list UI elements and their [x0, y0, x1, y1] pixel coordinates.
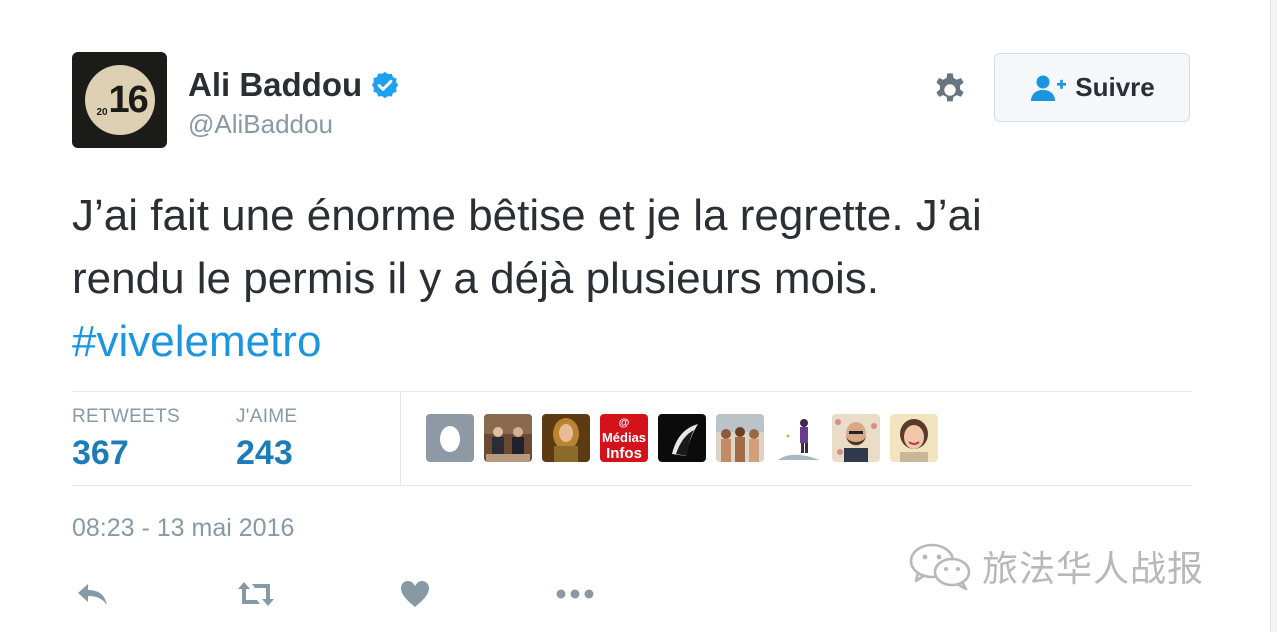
- liker-medias-word: Médias: [602, 430, 646, 445]
- user-handle[interactable]: @AliBaddou: [188, 109, 333, 140]
- retweet-icon[interactable]: [236, 578, 276, 610]
- liker-avatar-medias-infos[interactable]: @ Médias Infos: [600, 414, 648, 462]
- avatar-logo-number: 16: [108, 79, 149, 121]
- tweet-timestamp[interactable]: 08:23 - 13 mai 2016: [72, 514, 294, 543]
- profile-name-row: Ali Baddou: [188, 66, 400, 104]
- wechat-icon: [909, 543, 971, 591]
- tweet-text: J’ai fait une énorme bêtise et je la reg…: [72, 184, 1192, 373]
- liker-avatar-default-egg[interactable]: [426, 414, 474, 462]
- retweets-count: 367: [72, 434, 129, 472]
- stats-bottom-divider: [72, 485, 1192, 486]
- profile-avatar[interactable]: 20 16: [72, 52, 167, 148]
- liker-avatar-figure-illustration[interactable]: [774, 414, 822, 462]
- likes-label: J'AIME: [236, 406, 298, 427]
- liker-infos-word: Infos: [606, 445, 642, 462]
- stats-vertical-divider: [400, 392, 401, 485]
- hashtag-link[interactable]: #vivelemetro: [72, 317, 321, 366]
- verified-badge-icon: [372, 71, 399, 99]
- tweet-page: 20 16 Ali Baddou @AliBaddou Suivre J’ai …: [0, 0, 1277, 632]
- watermark: 旅法华人战报: [908, 540, 1204, 592]
- liker-avatar-beach-group[interactable]: [716, 414, 764, 462]
- retweets-label: RETWEETS: [72, 406, 180, 427]
- avatar-logo: 20 16: [84, 65, 155, 135]
- avatar-logo-year-prefix: 20: [96, 107, 108, 118]
- likers-avatars: @ Médias Infos: [426, 414, 948, 462]
- add-user-icon: [1031, 75, 1067, 101]
- reply-icon[interactable]: [76, 578, 110, 610]
- window-edge: [1270, 0, 1277, 632]
- display-name[interactable]: Ali Baddou: [188, 66, 362, 104]
- liker-avatar-dark-profile[interactable]: [658, 414, 706, 462]
- tweet-text-line-1: J’ai fait une énorme bêtise et je la reg…: [72, 191, 982, 240]
- gear-icon[interactable]: [931, 71, 969, 109]
- likes-count: 243: [236, 434, 293, 472]
- stats-top-divider: [72, 391, 1192, 392]
- liker-medias-at: @: [619, 417, 630, 429]
- liker-avatar-man-beard[interactable]: [832, 414, 880, 462]
- liker-avatar-woman-smiling[interactable]: [890, 414, 938, 462]
- liker-avatar-group-photo[interactable]: [484, 414, 532, 462]
- tweet-text-line-2: rendu le permis il y a déjà plusieurs mo…: [72, 254, 880, 303]
- more-icon[interactable]: [555, 578, 595, 610]
- liker-avatar-portrait[interactable]: [542, 414, 590, 462]
- follow-button[interactable]: Suivre: [994, 53, 1190, 122]
- follow-label: Suivre: [1075, 72, 1155, 102]
- retweets-stat[interactable]: RETWEETS 367: [72, 406, 180, 473]
- heart-icon[interactable]: [399, 578, 431, 610]
- likes-stat[interactable]: J'AIME 243: [236, 406, 297, 473]
- watermark-text: 旅法华人战报: [982, 549, 1205, 590]
